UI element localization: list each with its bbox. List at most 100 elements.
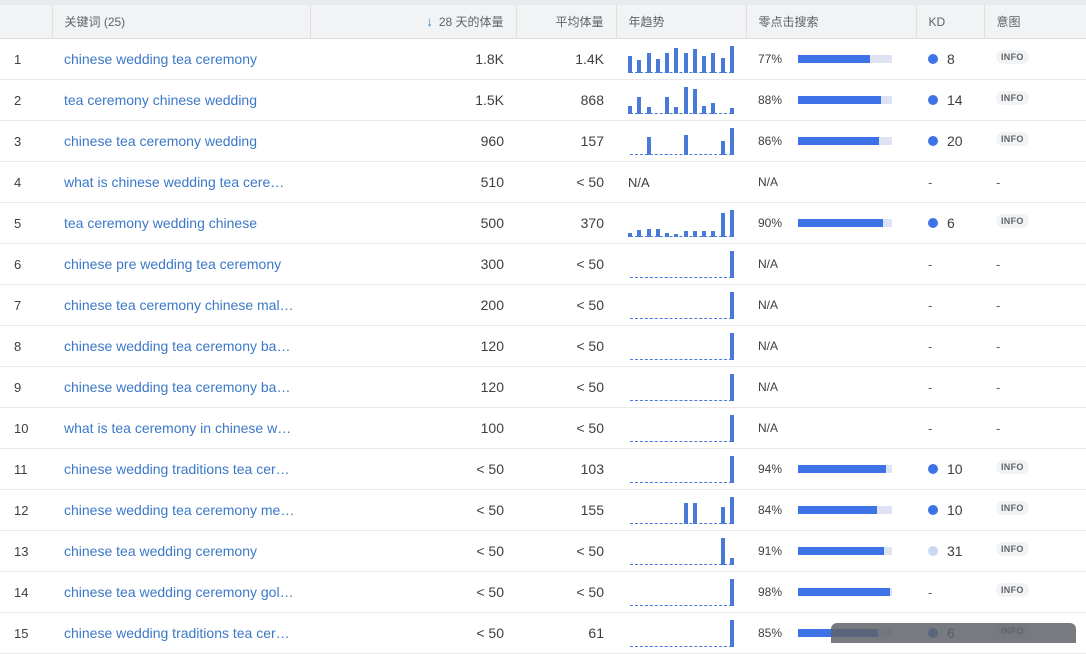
col-intent-header[interactable]: 意图: [984, 5, 1086, 39]
keyword-link[interactable]: chinese wedding traditions tea cer…: [64, 625, 298, 641]
col-avg-header[interactable]: 平均体量: [516, 5, 617, 39]
keyword-link[interactable]: chinese wedding traditions tea cer…: [64, 461, 298, 477]
trend-bar: [684, 135, 688, 155]
table-row[interactable]: 8 chinese wedding tea ceremony ba… 120 < 50…: [0, 325, 1086, 367]
row-index: 11: [0, 448, 52, 490]
table-row[interactable]: 13 chinese tea wedding ceremony < 50 < 50 91…: [0, 530, 1086, 572]
trend-sparkline: [628, 414, 734, 442]
table-row[interactable]: 6 chinese pre wedding tea ceremony 300 < 50…: [0, 243, 1086, 285]
row-index: 12: [0, 489, 52, 531]
zero-click-bar: [798, 219, 892, 227]
row-index: 7: [0, 284, 52, 326]
keyword-link[interactable]: tea ceremony chinese wedding: [64, 92, 298, 108]
col-volume-header[interactable]: ↓ 28 天的体量: [310, 5, 517, 39]
trend-sparkline: [628, 209, 734, 237]
trend-bar: [711, 103, 715, 114]
zero-click-cell: 91%: [746, 530, 916, 572]
kd-empty: -: [928, 256, 933, 272]
zero-click-cell: 90%: [746, 202, 916, 244]
zero-click-percent: 88%: [758, 93, 783, 107]
keyword-link[interactable]: what is tea ceremony in chinese w…: [64, 420, 298, 436]
volume-value: 510: [310, 161, 516, 203]
keyword-link[interactable]: chinese tea wedding ceremony: [64, 543, 298, 559]
trend-baseline: [630, 400, 732, 401]
zero-click-bar-fill: [798, 465, 887, 473]
trend-bar: [637, 230, 641, 237]
table-row[interactable]: 3 chinese tea ceremony wedding 960 157 86% 20…: [0, 120, 1086, 162]
intent-cell: INFO: [984, 202, 1086, 244]
trend-bar: [656, 229, 660, 237]
trend-bar: [693, 89, 697, 114]
keyword-link[interactable]: chinese tea ceremony wedding: [64, 133, 298, 149]
kd-empty: -: [928, 379, 933, 395]
keyword-cell: chinese wedding tea ceremony: [52, 38, 310, 80]
table-row[interactable]: 5 tea ceremony wedding chinese 500 370 90% 6 I…: [0, 202, 1086, 244]
keyword-cell: chinese wedding tea ceremony ba…: [52, 325, 310, 367]
intent-cell: INFO: [984, 530, 1086, 572]
row-index: 3: [0, 120, 52, 162]
zero-click-cell: 94%: [746, 448, 916, 490]
trend-bar: [665, 53, 669, 73]
table-row[interactable]: 2 tea ceremony chinese wedding 1.5K 868 88% 1…: [0, 79, 1086, 121]
table-row[interactable]: 9 chinese wedding tea ceremony ba… 120 < 50…: [0, 366, 1086, 408]
table-row[interactable]: 4 what is chinese wedding tea cere… 510 < 5…: [0, 161, 1086, 203]
keyword-link[interactable]: chinese tea wedding ceremony gol…: [64, 584, 298, 600]
col-zero-click-header[interactable]: 零点击搜索: [746, 5, 917, 39]
table-row[interactable]: 7 chinese tea ceremony chinese mal… 200 < 5…: [0, 284, 1086, 326]
keyword-link[interactable]: chinese tea ceremony chinese mal…: [64, 297, 298, 313]
zero-click-cell: N/A: [746, 325, 916, 367]
volume-value: 1.5K: [310, 79, 516, 121]
keyword-link[interactable]: tea ceremony wedding chinese: [64, 215, 298, 231]
avg-volume-value: 1.4K: [516, 38, 616, 80]
zero-click-percent: 86%: [758, 134, 783, 148]
kd-value: 20: [947, 133, 963, 149]
keyword-link[interactable]: chinese wedding tea ceremony: [64, 51, 298, 67]
trend-bar: [702, 56, 706, 73]
keyword-link[interactable]: chinese wedding tea ceremony ba…: [64, 338, 298, 354]
trend-bar: [628, 233, 632, 237]
kd-cell: 20: [916, 120, 984, 162]
keyword-link[interactable]: chinese wedding tea ceremony me…: [64, 502, 298, 518]
trend-cell: [616, 79, 746, 121]
kd-value: 10: [947, 461, 963, 477]
avg-volume-value: 370: [516, 202, 616, 244]
table-row[interactable]: 11 chinese wedding traditions tea cer… < 5…: [0, 448, 1086, 490]
kd-empty: -: [928, 584, 933, 600]
table-row[interactable]: 14 chinese tea wedding ceremony gol… < 50 <…: [0, 571, 1086, 613]
intent-empty: -: [996, 379, 1001, 395]
zero-click-percent: N/A: [758, 257, 779, 271]
trend-bar: [693, 49, 697, 73]
row-index: 2: [0, 79, 52, 121]
trend-bar: [665, 233, 669, 237]
keyword-link[interactable]: chinese wedding tea ceremony ba…: [64, 379, 298, 395]
col-keyword-header[interactable]: 关键词 (25): [52, 5, 311, 39]
volume-value: 200: [310, 284, 516, 326]
trend-cell: [616, 612, 746, 654]
col-trend-header[interactable]: 年趋势: [616, 5, 747, 39]
zero-click-bar-fill: [798, 55, 871, 63]
table-row[interactable]: 1 chinese wedding tea ceremony 1.8K 1.4K 77%…: [0, 38, 1086, 80]
zero-click-cell: N/A: [746, 366, 916, 408]
keyword-link[interactable]: chinese pre wedding tea ceremony: [64, 256, 298, 272]
keyword-link[interactable]: what is chinese wedding tea cere…: [64, 174, 298, 190]
trend-bar: [684, 231, 688, 237]
table-row[interactable]: 12 chinese wedding tea ceremony me… < 50 15…: [0, 489, 1086, 531]
col-kd-header[interactable]: KD: [916, 5, 985, 39]
kd-value: 14: [947, 92, 963, 108]
zero-click-bar-fill: [798, 137, 879, 145]
trend-baseline: [630, 646, 732, 647]
zero-click-bar: [798, 506, 892, 514]
row-index: 14: [0, 571, 52, 613]
intent-empty: -: [996, 256, 1001, 272]
zero-click-bar: [798, 588, 892, 596]
kd-cell: -: [916, 243, 984, 285]
table-header-row: 关键词 (25) ↓ 28 天的体量 平均体量 年趋势 零点击搜索 KD 意图: [0, 5, 1086, 39]
trend-bar: [730, 46, 734, 73]
intent-cell: -: [984, 325, 1086, 367]
trend-bar: [647, 229, 651, 237]
intent-badge: INFO: [996, 501, 1029, 515]
intent-cell: INFO: [984, 120, 1086, 162]
volume-value: 120: [310, 366, 516, 408]
table-row[interactable]: 10 what is tea ceremony in chinese w… 100 <…: [0, 407, 1086, 449]
kd-value: 10: [947, 502, 963, 518]
